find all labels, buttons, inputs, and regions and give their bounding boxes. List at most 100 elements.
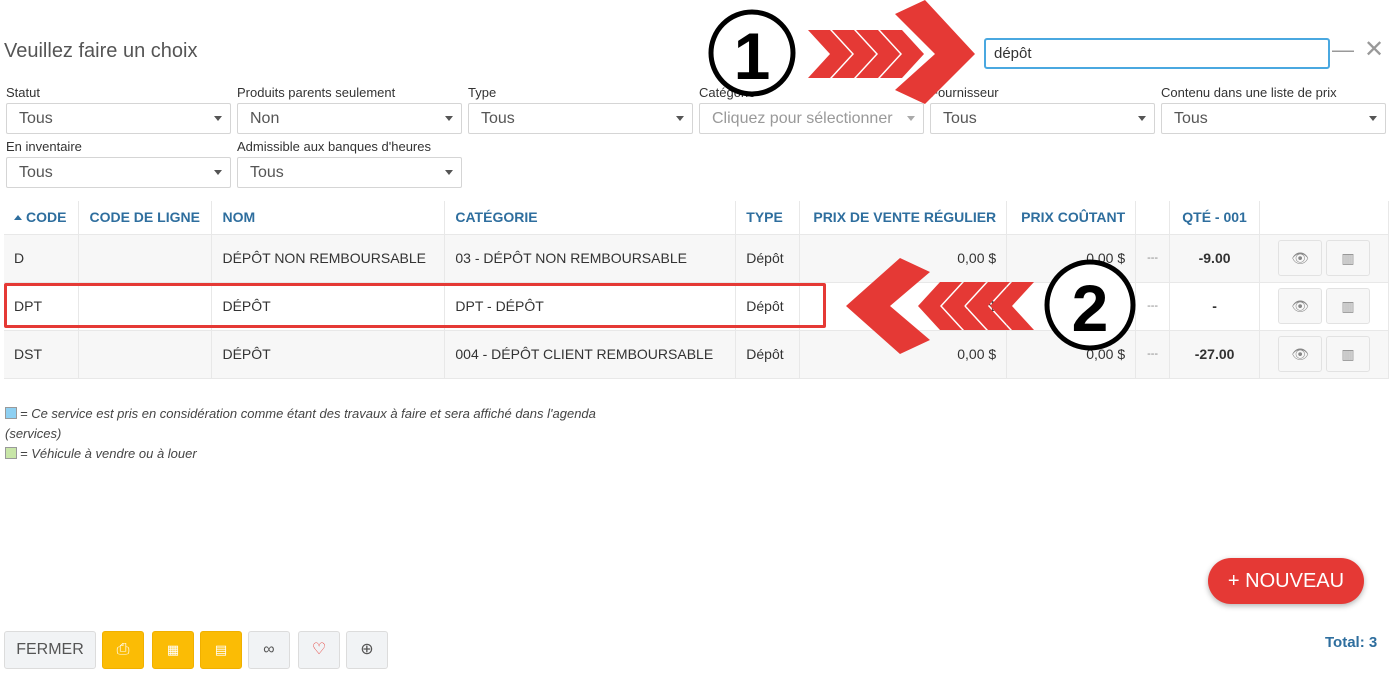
cell-line-code: [78, 234, 213, 283]
cell-type: Dépôt: [735, 330, 801, 379]
filter-label: Type: [468, 85, 497, 100]
eye-icon[interactable]: 👁: [1278, 336, 1323, 372]
filter-value: Non: [250, 110, 280, 127]
chevron-down-icon: [676, 116, 684, 121]
cell-code: DST: [4, 330, 80, 379]
chevron-down-icon: [214, 116, 222, 121]
filter-type-select[interactable]: Tous: [468, 103, 693, 134]
heart-icon: ♡: [311, 641, 327, 658]
cell-name: DÉPÔT: [211, 330, 446, 379]
filter-statut-select[interactable]: Tous: [6, 103, 231, 134]
table-header-row: CODE CODE DE LIGNE NOM CATÉGORIE TYPE PR…: [4, 201, 1389, 235]
step1-number: 1: [734, 19, 771, 93]
cell-cost: 0,00 $: [1006, 330, 1137, 379]
filter-label: Contenu dans une liste de prix: [1161, 85, 1337, 100]
eye-icon[interactable]: 👁: [1278, 288, 1323, 324]
cell-flag: ---: [1135, 234, 1171, 283]
filter-banques-heures-select[interactable]: Tous: [237, 157, 462, 188]
link-button[interactable]: ∞: [248, 631, 290, 669]
col-category[interactable]: CATÉGORIE: [444, 201, 737, 235]
filter-en-inventaire-select[interactable]: Tous: [6, 157, 231, 188]
cell-line-code: [78, 282, 213, 331]
legend-services: = Ce service est pris en considération c…: [5, 404, 596, 424]
col-price[interactable]: PRIX DE VENTE RÉGULIER: [799, 201, 1008, 235]
close-button[interactable]: FERMER: [4, 631, 96, 669]
barcode-icon[interactable]: ▥: [1325, 288, 1370, 324]
col-label: CODE: [26, 209, 67, 226]
cell-flag: ---: [1135, 330, 1171, 379]
col-code[interactable]: CODE: [4, 201, 80, 235]
cell-code: D: [4, 234, 80, 283]
cell-cost: 0,00 $: [1006, 282, 1137, 331]
filter-banques-heures: Admissible aux banques d'heures Tous: [237, 139, 462, 188]
col-actions: [1259, 201, 1389, 235]
zoom-icon: ⊕: [360, 641, 374, 658]
sort-asc-icon: [14, 215, 22, 221]
new-button[interactable]: + NOUVEAU: [1208, 558, 1364, 604]
col-line-code[interactable]: CODE DE LIGNE: [78, 201, 213, 235]
chevron-down-icon: [214, 170, 222, 175]
cell-price: 0,00 $: [799, 330, 1008, 379]
filter-produits-parents-select[interactable]: Non: [237, 103, 462, 134]
filter-produits-parents: Produits parents seulement Non: [237, 85, 462, 134]
cell-type: Dépôt: [735, 282, 801, 331]
col-cost[interactable]: PRIX COÛTANT: [1006, 201, 1137, 235]
pdf-export-button[interactable]: ▤: [200, 631, 242, 669]
cell-flag: ---: [1135, 282, 1171, 331]
excel-export-button[interactable]: ▦: [152, 631, 194, 669]
results-table: CODE CODE DE LIGNE NOM CATÉGORIE TYPE PR…: [4, 201, 1389, 379]
filter-value: Tous: [250, 164, 284, 181]
legend-vehicle: = Véhicule à vendre ou à louer: [5, 444, 596, 464]
cell-category: 03 - DÉPÔT NON REMBOURSABLE: [444, 234, 737, 283]
filter-fournisseur-select[interactable]: Tous: [930, 103, 1155, 134]
table-row[interactable]: DST DÉPÔT 004 - DÉPÔT CLIENT REMBOURSABL…: [4, 330, 1389, 379]
filter-type: Type Tous: [468, 85, 693, 134]
legend-text: = Véhicule à vendre ou à louer: [20, 446, 197, 461]
filter-label: Admissible aux banques d'heures: [237, 139, 431, 154]
chevron-down-icon: [1138, 116, 1146, 121]
print-icon: ⎙: [116, 641, 130, 658]
color-swatch: [5, 447, 17, 459]
legend: = Ce service est pris en considération c…: [5, 404, 596, 464]
cell-qty: -27.00: [1169, 330, 1261, 379]
close-icon[interactable]: ✕: [1362, 36, 1386, 64]
col-name[interactable]: NOM: [211, 201, 446, 235]
color-swatch: [5, 407, 17, 419]
filter-placeholder: Cliquez pour sélectionner: [712, 110, 893, 127]
cell-cost: 0,00 $: [1006, 234, 1137, 283]
col-type[interactable]: TYPE: [735, 201, 801, 235]
table-row[interactable]: DPT DÉPÔT DPT - DÉPÔT Dépôt 0,00 $ 0,00 …: [4, 282, 1389, 331]
filter-liste-prix-select[interactable]: Tous: [1161, 103, 1386, 134]
search-input[interactable]: [984, 38, 1330, 69]
cell-category: DPT - DÉPÔT: [444, 282, 737, 331]
barcode-icon[interactable]: ▥: [1325, 240, 1370, 276]
filter-label: En inventaire: [6, 139, 82, 154]
chevron-down-icon: [445, 116, 453, 121]
cell-actions: 👁 ▥: [1259, 234, 1389, 283]
minimize-icon[interactable]: —: [1332, 36, 1354, 64]
filter-label: Statut: [6, 85, 40, 100]
cell-name: DÉPÔT NON REMBOURSABLE: [211, 234, 446, 283]
filter-label: Catégorie: [699, 85, 756, 100]
filter-fournisseur: Fournisseur Tous: [930, 85, 1155, 134]
favorite-button[interactable]: ♡: [298, 631, 340, 669]
zoom-button[interactable]: ⊕: [346, 631, 388, 669]
dialog-title: Veuillez faire un choix: [4, 40, 198, 62]
pdf-icon: ▤: [214, 642, 228, 657]
chevron-down-icon: [1369, 116, 1377, 121]
excel-icon: ▦: [166, 642, 180, 657]
chevron-down-icon: [907, 116, 915, 121]
filter-label: Fournisseur: [930, 85, 999, 100]
filter-value: Tous: [943, 110, 977, 127]
filter-en-inventaire: En inventaire Tous: [6, 139, 231, 188]
eye-icon[interactable]: 👁: [1278, 240, 1323, 276]
filter-categorie-select[interactable]: Cliquez pour sélectionner: [699, 103, 924, 134]
filter-value: Tous: [1174, 110, 1208, 127]
cell-code: DPT: [4, 282, 80, 331]
table-row[interactable]: D DÉPÔT NON REMBOURSABLE 03 - DÉPÔT NON …: [4, 234, 1389, 283]
total-count: Total: 3: [1325, 634, 1378, 651]
col-qty[interactable]: QTÉ - 001: [1169, 201, 1261, 235]
print-button[interactable]: ⎙: [102, 631, 144, 669]
barcode-icon[interactable]: ▥: [1325, 336, 1370, 372]
col-flag: [1135, 201, 1171, 235]
